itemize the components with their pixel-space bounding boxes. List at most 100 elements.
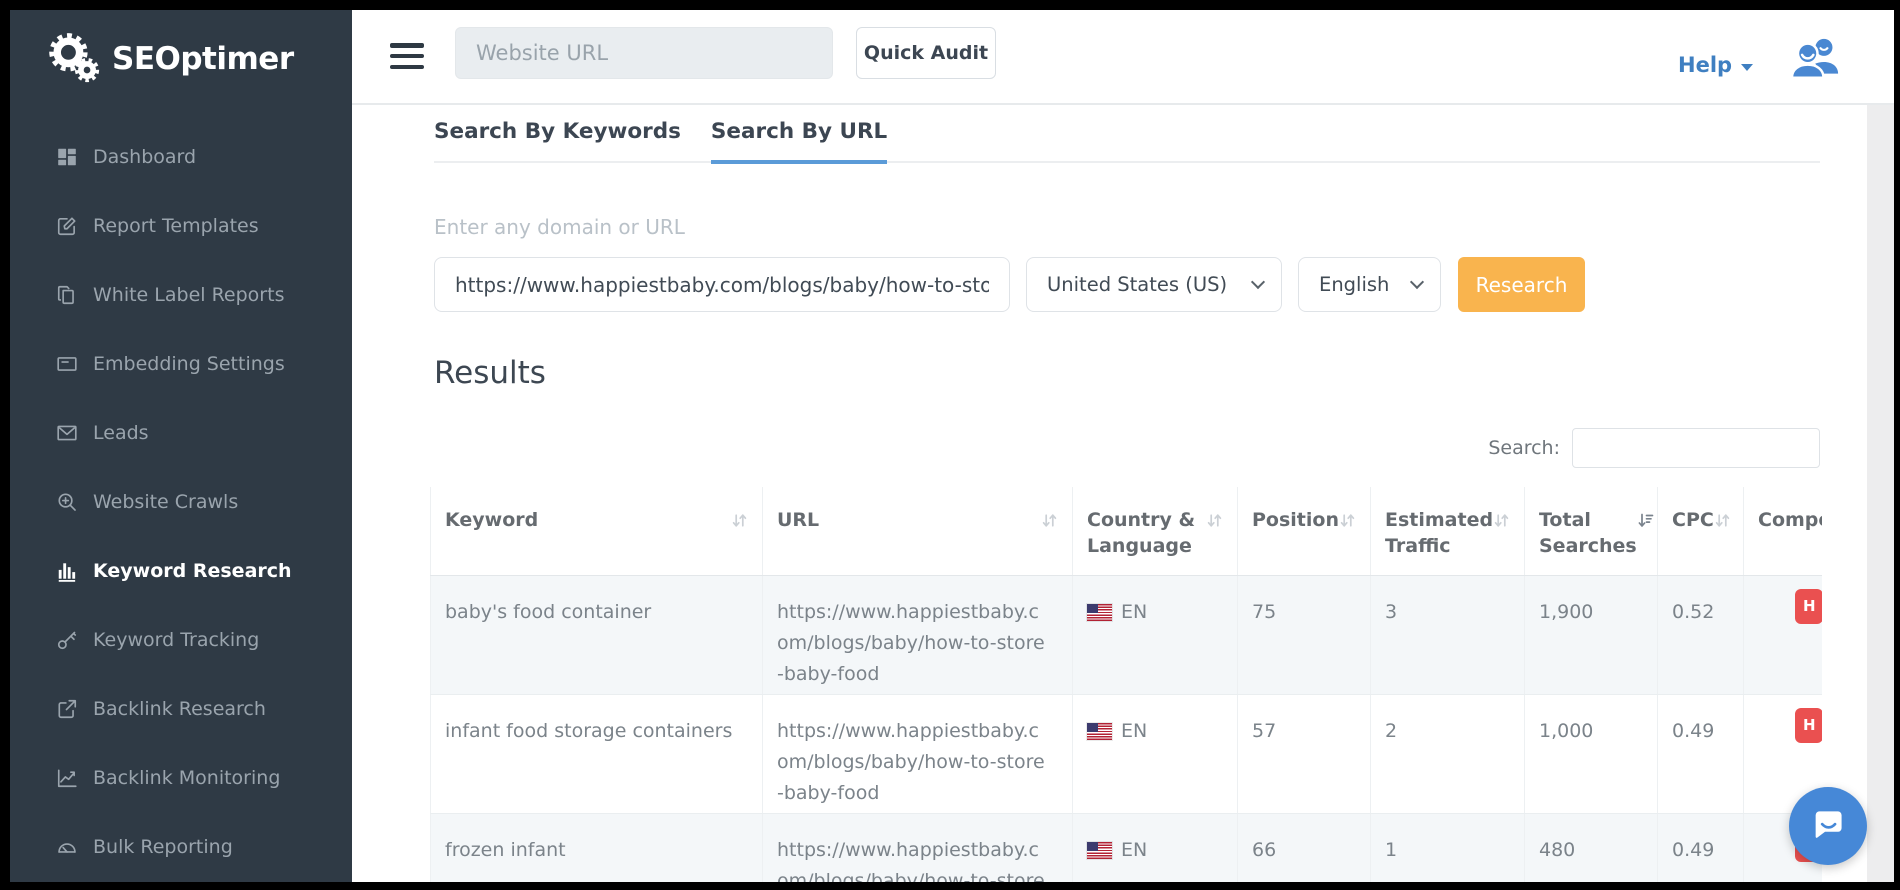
- table-search-label: Search:: [1480, 437, 1560, 459]
- column-header-keyword[interactable]: Keyword: [431, 487, 763, 575]
- users-icon: [1789, 68, 1841, 83]
- cell-position: 75: [1238, 575, 1371, 694]
- column-label: URL: [777, 507, 819, 533]
- tab-search-by-url[interactable]: Search By URL: [711, 119, 887, 161]
- quick-audit-button[interactable]: Quick Audit: [856, 27, 996, 79]
- table-row: frozen infanthttps://www.happiestbaby.co…: [431, 813, 1823, 882]
- sidebar-item-label: Bulk Reporting: [93, 836, 233, 858]
- competition-badge-high: H: [1795, 708, 1822, 743]
- domain-url-input[interactable]: [434, 257, 1010, 312]
- brand-name: SEOptimer: [112, 41, 294, 77]
- scrollbar-track[interactable]: [1867, 105, 1894, 882]
- cell-total-searches: 1,900: [1525, 575, 1658, 694]
- column-header-competition[interactable]: Competition: [1744, 487, 1823, 575]
- keyword-tracking-icon: [55, 628, 79, 652]
- table-header-row: Keyword URL Country & Language Position Esti…: [431, 487, 1823, 575]
- column-label: Position: [1252, 507, 1339, 533]
- keyword-research-icon: [55, 559, 79, 583]
- language-code: EN: [1121, 716, 1147, 747]
- results-table-container: Keyword URL Country & Language Position Esti…: [430, 487, 1822, 882]
- country-select[interactable]: United States (US): [1026, 257, 1282, 312]
- competition-badge-high: H: [1795, 589, 1822, 624]
- cell-total-searches: 480: [1525, 813, 1658, 882]
- column-header-estimated-traffic[interactable]: Estimated Traffic: [1371, 487, 1525, 575]
- sort-both-icon: [1206, 510, 1223, 536]
- cell-url: https://www.happiestbaby.com/blogs/baby/…: [763, 694, 1073, 813]
- sidebar-item-label: White Label Reports: [93, 284, 284, 306]
- sidebar-item-backlink-research[interactable]: Backlink Research: [10, 674, 352, 743]
- cell-cpc: 0.52: [1658, 575, 1744, 694]
- sidebar-item-white-label-reports[interactable]: White Label Reports: [10, 260, 352, 329]
- dashboard-icon: [55, 145, 79, 169]
- seoptimer-gear-icon: [44, 30, 104, 88]
- sidebar-item-leads[interactable]: Leads: [10, 398, 352, 467]
- cell-cpc: 0.49: [1658, 694, 1744, 813]
- language-select[interactable]: English: [1298, 257, 1441, 312]
- sidebar-item-keyword-research[interactable]: Keyword Research: [10, 536, 352, 605]
- sidebar-item-website-crawls[interactable]: Website Crawls: [10, 467, 352, 536]
- cell-url: https://www.happiestbaby.com/blogs/baby/…: [763, 813, 1073, 882]
- cell-country-language: EN: [1073, 694, 1238, 813]
- help-label: Help: [1678, 53, 1732, 77]
- table-row: baby's food containerhttps://www.happies…: [431, 575, 1823, 694]
- column-header-position[interactable]: Position: [1238, 487, 1371, 575]
- website-crawls-icon: [55, 490, 79, 514]
- results-table: Keyword URL Country & Language Position Esti…: [430, 487, 1822, 882]
- cell-total-searches: 1,000: [1525, 694, 1658, 813]
- column-label: Estimated Traffic: [1385, 507, 1493, 559]
- column-label: CPC: [1672, 507, 1714, 533]
- cell-position: 66: [1238, 813, 1371, 882]
- column-label: Keyword: [445, 507, 538, 533]
- sidebar-item-embedding-settings[interactable]: Embedding Settings: [10, 329, 352, 398]
- backlink-monitoring-icon: [55, 766, 79, 790]
- topbar: Quick Audit Help: [352, 10, 1894, 105]
- sidebar-item-label: Leads: [93, 422, 149, 444]
- sidebar-item-keyword-tracking[interactable]: Keyword Tracking: [10, 605, 352, 674]
- domain-input-label: Enter any domain or URL: [434, 215, 685, 239]
- sidebar-item-backlink-monitoring[interactable]: Backlink Monitoring: [10, 743, 352, 812]
- table-row: infant food storage containershttps://ww…: [431, 694, 1823, 813]
- cell-keyword: frozen infant: [431, 813, 763, 882]
- bulk-reporting-icon: [55, 835, 79, 859]
- topbar-website-url-input[interactable]: [455, 27, 833, 79]
- leads-icon: [55, 421, 79, 445]
- us-flag-icon: [1087, 604, 1112, 621]
- language-code: EN: [1121, 597, 1147, 628]
- tab-search-by-keywords[interactable]: Search By Keywords: [434, 119, 681, 161]
- cell-country-language: EN: [1073, 813, 1238, 882]
- sidebar-item-label: Backlink Monitoring: [93, 767, 280, 789]
- results-title: Results: [434, 355, 546, 391]
- research-button[interactable]: Research: [1458, 257, 1585, 312]
- table-search-row: Search:: [434, 428, 1820, 468]
- sidebar-item-bulk-reporting[interactable]: Bulk Reporting: [10, 812, 352, 881]
- brand-logo[interactable]: SEOptimer: [44, 30, 294, 88]
- help-menu[interactable]: Help: [1678, 53, 1753, 77]
- cell-competition: H: [1744, 575, 1823, 694]
- cell-keyword: baby's food container: [431, 575, 763, 694]
- table-search-input[interactable]: [1572, 428, 1820, 468]
- cell-cpc: 0.49: [1658, 813, 1744, 882]
- column-label: Total Searches: [1539, 507, 1637, 559]
- column-label: Country & Language: [1087, 507, 1206, 559]
- sidebar-item-report-templates[interactable]: Report Templates: [10, 191, 352, 260]
- hamburger-menu-icon[interactable]: [390, 43, 424, 69]
- chat-launcher-button[interactable]: [1789, 787, 1867, 865]
- column-header-cpc[interactable]: CPC: [1658, 487, 1744, 575]
- column-label: Competition: [1758, 507, 1822, 533]
- sidebar-item-label: Backlink Research: [93, 698, 266, 720]
- column-header-url[interactable]: URL: [763, 487, 1073, 575]
- sidebar-item-dashboard[interactable]: Dashboard: [10, 122, 352, 191]
- sidebar: SEOptimer DashboardReport Templates White…: [10, 10, 352, 882]
- screenshot-frame: SEOptimer DashboardReport Templates White…: [0, 0, 1900, 890]
- app-window: SEOptimer DashboardReport Templates White…: [10, 10, 1894, 882]
- sidebar-item-label: Embedding Settings: [93, 353, 285, 375]
- column-header-total-searches[interactable]: Total Searches: [1525, 487, 1658, 575]
- cell-estimated-traffic: 1: [1371, 813, 1525, 882]
- sidebar-nav: DashboardReport Templates White Label Rep…: [10, 122, 352, 881]
- research-form: United States (US) English Research: [434, 257, 1820, 312]
- account-users-button[interactable]: [1789, 36, 1841, 82]
- main-panel: Search By Keywords Search By URL Enter a…: [352, 105, 1894, 882]
- sort-both-icon: [731, 510, 748, 536]
- column-header-country-language[interactable]: Country & Language: [1073, 487, 1238, 575]
- search-tabs: Search By Keywords Search By URL: [434, 119, 1820, 163]
